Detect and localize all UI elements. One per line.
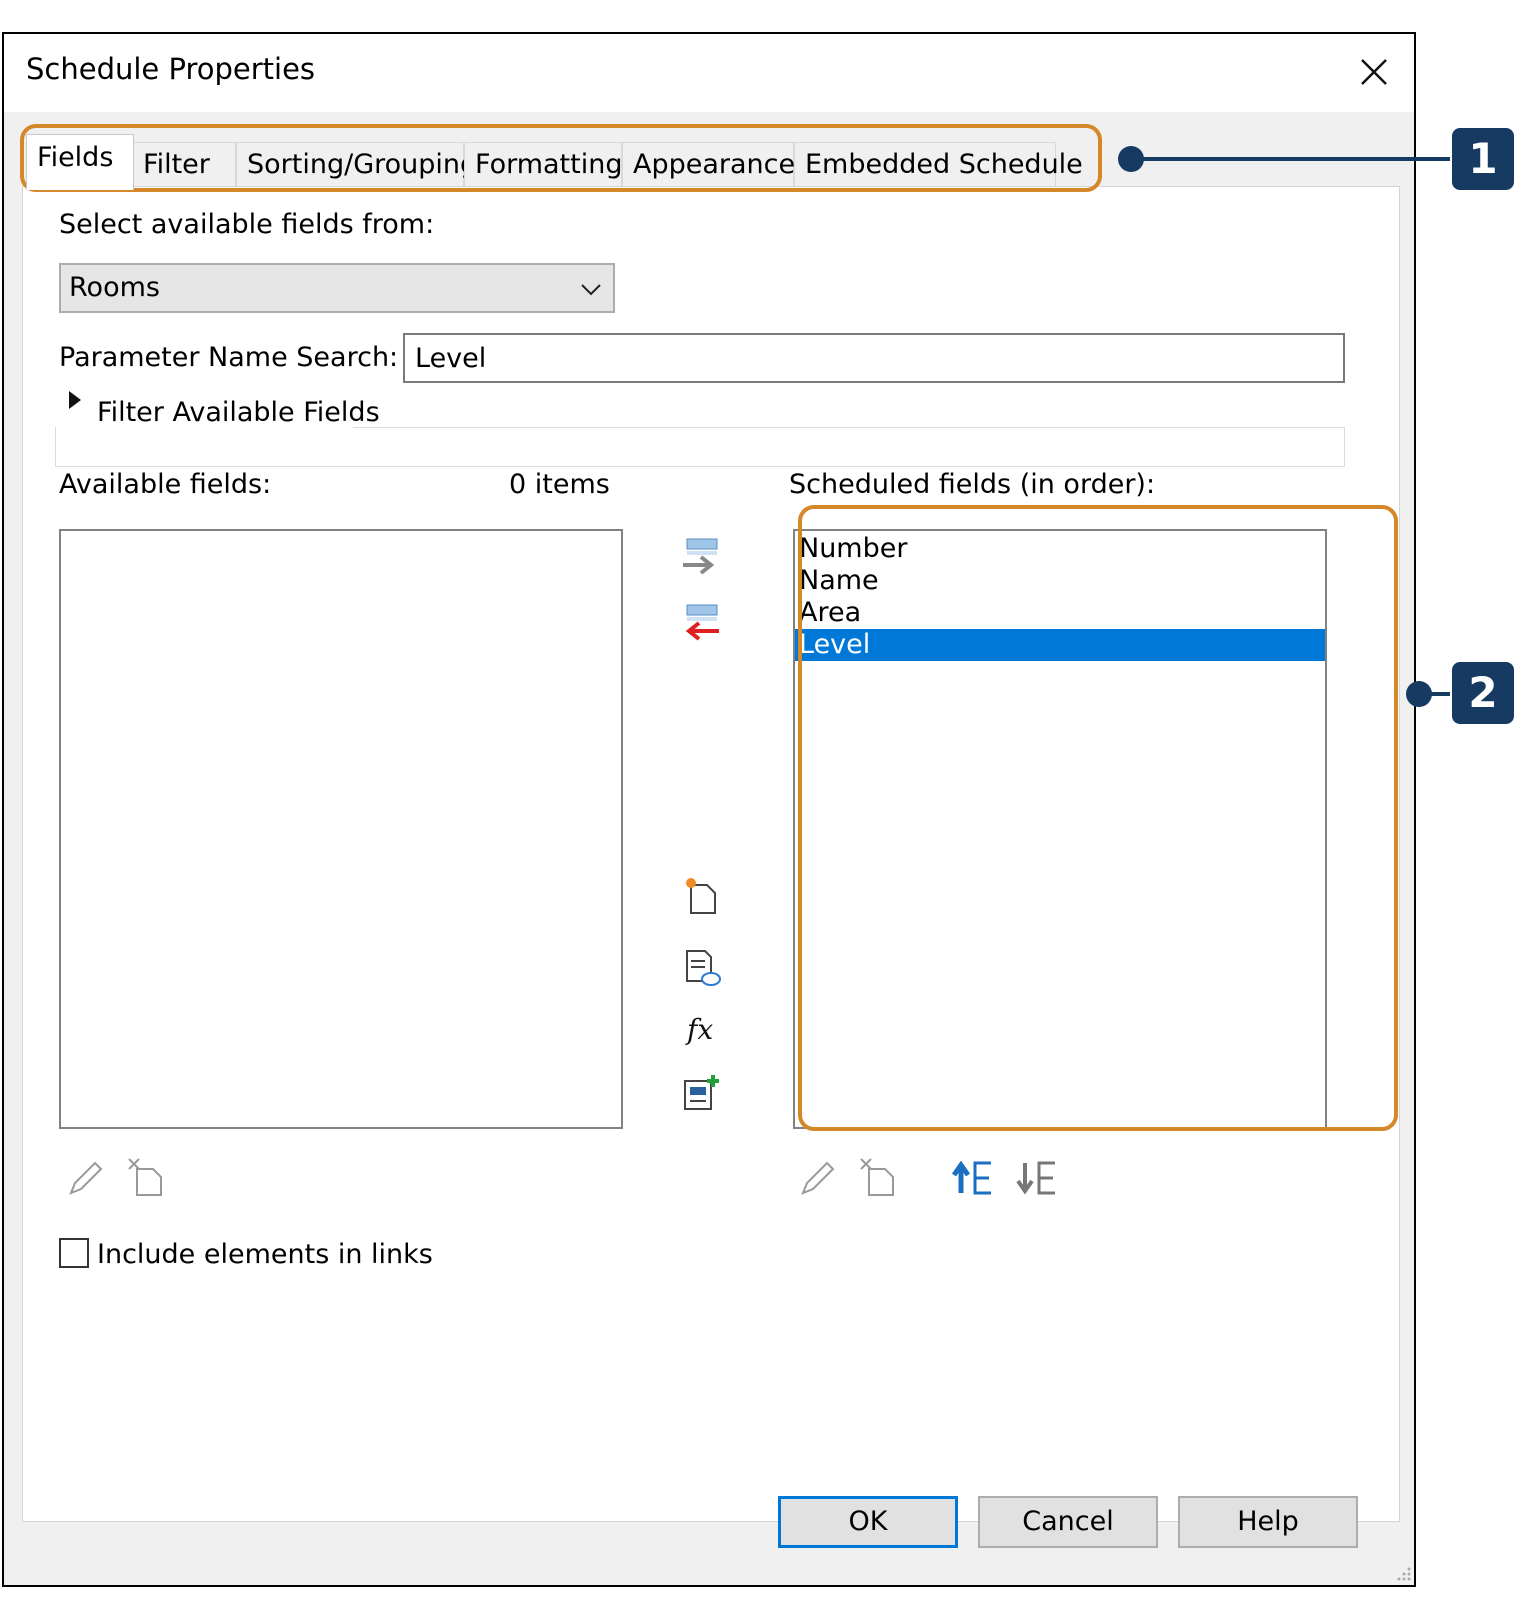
calculated-value-icon[interactable]: fx [679, 1007, 723, 1051]
ok-button[interactable]: OK [778, 1496, 958, 1548]
param-search-label: Parameter Name Search: [59, 342, 399, 373]
tab-fields[interactable]: Fields [26, 134, 134, 190]
add-parameter-icon[interactable] [679, 535, 723, 579]
delete-parameter-icon[interactable] [125, 1155, 169, 1199]
shared-parameter-icon[interactable] [679, 945, 723, 989]
pencil-icon[interactable] [63, 1155, 107, 1199]
delete-parameter-icon[interactable] [857, 1155, 901, 1199]
include-links-label: Include elements in links [97, 1239, 433, 1270]
callout-frame-scheduled [798, 505, 1398, 1131]
cancel-button[interactable]: Cancel [978, 1496, 1158, 1548]
close-icon[interactable] [1354, 52, 1394, 92]
chevron-down-icon [581, 284, 601, 296]
combine-parameters-icon[interactable] [679, 1071, 723, 1115]
callout-badge-1: 1 [1452, 128, 1514, 190]
new-parameter-icon[interactable] [679, 873, 723, 917]
move-down-icon[interactable] [1015, 1155, 1059, 1199]
parameter-search-input[interactable] [403, 333, 1345, 383]
resize-grip-icon[interactable] [1394, 1564, 1412, 1582]
callout-dot-2 [1406, 681, 1432, 707]
include-links-checkbox[interactable] [59, 1238, 89, 1268]
callout-frame-tabs [20, 124, 1102, 192]
select-from-label: Select available fields from: [59, 209, 435, 240]
title-bar: Schedule Properties [4, 34, 1414, 112]
available-fields-list[interactable] [59, 529, 623, 1129]
callout-badge-2: 2 [1452, 662, 1514, 724]
filter-expander-box [55, 427, 1345, 467]
category-select-value: Rooms [69, 272, 160, 303]
expand-triangle-icon[interactable] [63, 385, 87, 415]
pencil-icon[interactable] [795, 1155, 839, 1199]
move-up-icon[interactable] [951, 1155, 995, 1199]
divider [353, 427, 1345, 428]
available-fields-label: Available fields: [59, 469, 272, 500]
available-count: 0 items [509, 469, 610, 500]
category-select[interactable]: Rooms [59, 263, 615, 313]
help-button[interactable]: Help [1178, 1496, 1358, 1548]
remove-parameter-icon[interactable] [679, 601, 723, 645]
callout-line-1 [1140, 157, 1450, 161]
callout-line-2 [1430, 692, 1450, 696]
dialog-title: Schedule Properties [26, 52, 316, 86]
svg-text:fx: fx [685, 1013, 713, 1046]
filter-available-fields-toggle[interactable]: Filter Available Fields [97, 397, 380, 428]
scheduled-fields-label: Scheduled fields (in order): [789, 469, 1156, 500]
